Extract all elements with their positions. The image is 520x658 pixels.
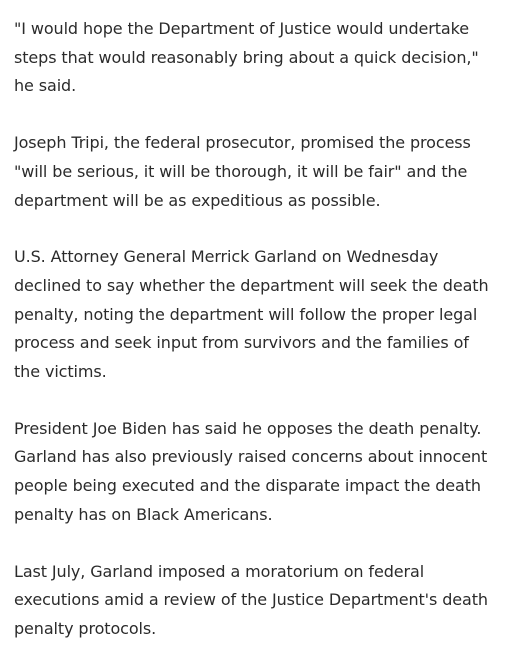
article-paragraph: Last July, Garland imposed a moratorium … [14, 561, 488, 638]
article-paragraph: Joseph Tripi, the federal prosecutor, pr… [14, 133, 471, 210]
article-body: "I would hope the Department of Justice … [0, 0, 520, 658]
article-paragraph: "I would hope the Department of Justice … [14, 19, 479, 96]
article-paragraph: U.S. Attorney General Merrick Garland on… [14, 247, 489, 382]
article-paragraph: President Joe Biden has said he opposes … [14, 418, 488, 524]
